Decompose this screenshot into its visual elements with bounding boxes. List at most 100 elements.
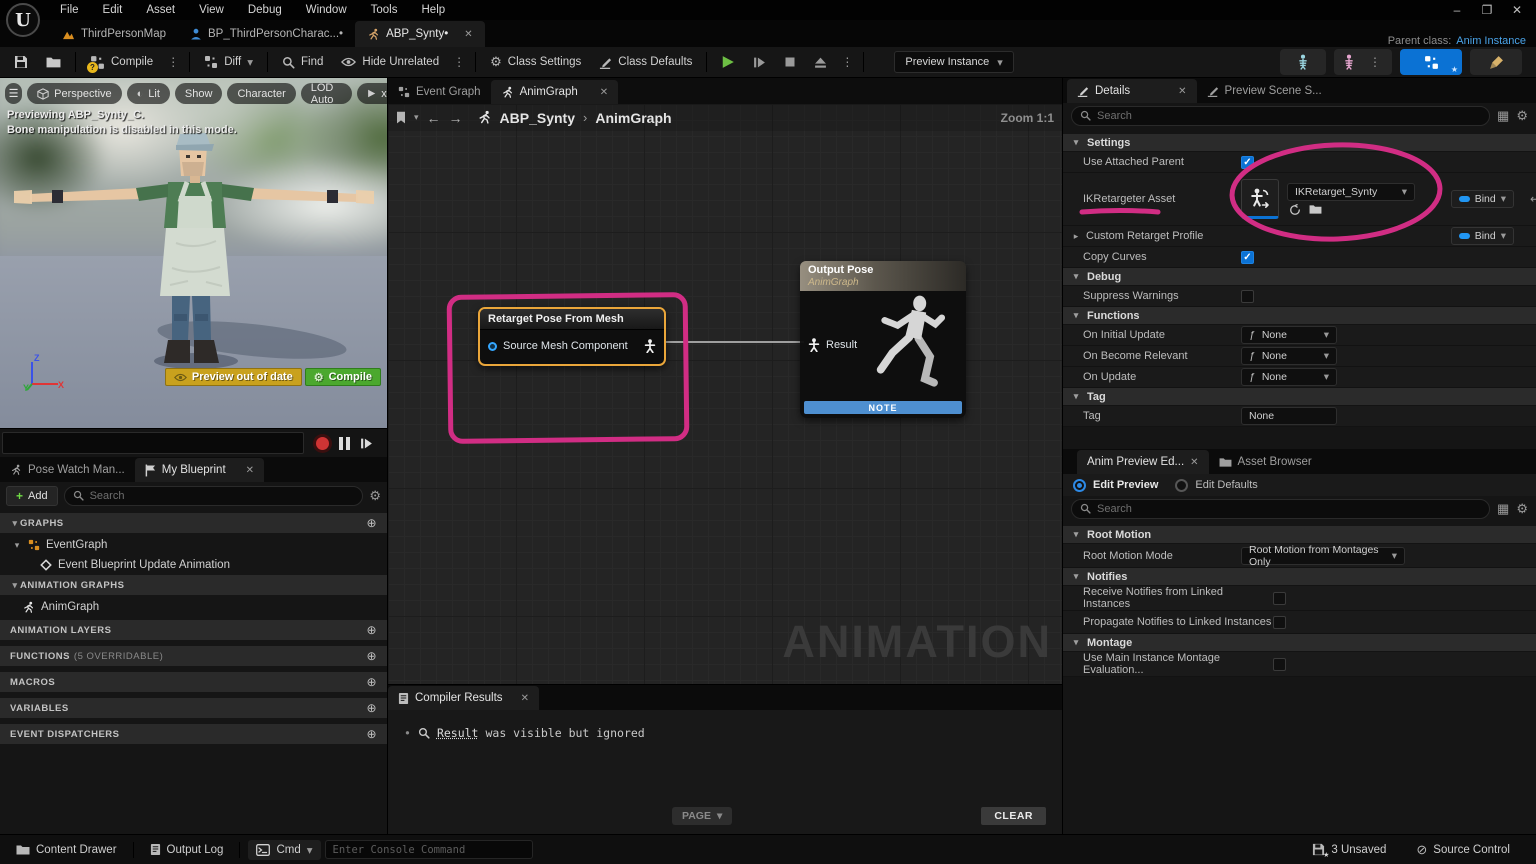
perspective-dropdown[interactable]: Perspective — [27, 83, 121, 104]
add-macro-icon[interactable]: ⊕ — [366, 675, 377, 689]
lod-dropdown[interactable]: LOD Auto — [301, 83, 352, 104]
preview-viewport[interactable]: ☰ Perspective ◐ Lit Show Character LOD A… — [0, 78, 388, 428]
play-button[interactable] — [713, 49, 743, 75]
tab-bp-thirdpersoncharacter[interactable]: BP_ThirdPersonCharac...• — [178, 21, 355, 47]
clear-button[interactable]: CLEAR — [981, 807, 1046, 825]
node-output-pose[interactable]: Output Pose AnimGraph Result NOTE — [800, 261, 966, 418]
tree-item-animgraph[interactable]: AnimGraph — [0, 597, 387, 617]
caret-right-icon[interactable]: ▸ — [1071, 231, 1081, 242]
display-options-icon[interactable]: ▦ — [1497, 501, 1509, 517]
minimize-button[interactable]: – — [1444, 3, 1470, 17]
save-button[interactable] — [6, 49, 36, 75]
suppress-warnings-checkbox[interactable] — [1241, 290, 1254, 303]
add-function-icon[interactable]: ⊕ — [366, 649, 377, 663]
tab-close-icon[interactable]: ✕ — [1190, 457, 1198, 468]
ikretargeter-bind-dropdown[interactable]: Bind ▾ — [1451, 190, 1514, 208]
browse-button[interactable] — [38, 49, 69, 75]
settings-gear-icon[interactable]: ⚙ — [1516, 108, 1528, 124]
class-settings-button[interactable]: ⚙ Class Settings — [482, 49, 589, 75]
restore-button[interactable]: ❐ — [1474, 3, 1500, 17]
result-pose-pin[interactable] — [808, 338, 820, 352]
graph-canvas[interactable]: ▾ ← → ABP_Synty › AnimGraph Zoom 1:1 ANI… — [388, 104, 1062, 684]
compile-options-kebab[interactable]: ⋮ — [163, 55, 183, 69]
search-input[interactable] — [90, 490, 355, 502]
filter-gear-icon[interactable]: ⚙ — [369, 488, 381, 504]
on-become-relevant-dropdown[interactable]: ƒ None ▾ — [1241, 347, 1337, 365]
tab-thirdpersonmap[interactable]: ThirdPersonMap — [50, 21, 178, 47]
receive-notifies-checkbox[interactable] — [1273, 592, 1286, 605]
caret-down-icon[interactable]: ▾ — [12, 540, 22, 551]
tab-event-graph[interactable]: Event Graph — [388, 80, 491, 104]
details-search-input[interactable] — [1097, 110, 1481, 122]
tab-anim-preview-editor[interactable]: Anim Preview Ed... ✕ — [1077, 450, 1209, 474]
root-motion-category-header[interactable]: ▾ Root Motion — [1063, 526, 1536, 544]
root-motion-mode-dropdown[interactable]: Root Motion from Montages Only ▾ — [1241, 547, 1405, 565]
viewport-compile-button[interactable]: ⚙ Compile — [305, 368, 381, 386]
add-graph-icon[interactable]: ⊕ — [366, 516, 377, 530]
preview-instance-dropdown[interactable]: Preview Instance ▾ — [894, 51, 1013, 73]
debug-category-header[interactable]: ▾ Debug — [1063, 268, 1536, 286]
bookmark-chevron-icon[interactable]: ▾ — [414, 112, 419, 123]
tab-asset-browser[interactable]: Asset Browser — [1209, 450, 1322, 474]
record-button[interactable] — [316, 437, 329, 450]
functions-section-header[interactable]: FUNCTIONS (5 OVERRIDABLE) ⊕ — [0, 646, 387, 666]
tab-close-icon[interactable]: ✕ — [464, 29, 472, 40]
use-main-instance-checkbox[interactable] — [1273, 658, 1286, 671]
notifies-category-header[interactable]: ▾ Notifies — [1063, 568, 1536, 586]
animation-tools-button[interactable] — [1470, 49, 1522, 75]
parent-class-link[interactable]: Anim Instance — [1456, 35, 1526, 47]
pause-button[interactable] — [339, 437, 350, 450]
tab-compiler-results[interactable]: Compiler Results ✕ — [388, 686, 539, 710]
class-defaults-button[interactable]: Class Defaults — [591, 49, 700, 75]
menu-view[interactable]: View — [187, 4, 236, 16]
compile-button[interactable]: ? Compile — [82, 49, 161, 75]
play-from-here-button[interactable] — [745, 49, 774, 75]
play-options-kebab[interactable]: ⋮ — [837, 55, 857, 69]
tab-my-blueprint[interactable]: My Blueprint ✕ — [135, 458, 264, 482]
lit-dropdown[interactable]: ◐ Lit — [127, 83, 170, 104]
tag-category-header[interactable]: ▾ Tag — [1063, 388, 1536, 406]
tree-item-event-update-animation[interactable]: Event Blueprint Update Animation — [0, 555, 387, 575]
nav-back-button[interactable]: ← — [427, 110, 441, 126]
animation-blueprint-button[interactable]: ★ — [1400, 49, 1462, 75]
details-search[interactable] — [1071, 106, 1490, 126]
menu-edit[interactable]: Edit — [91, 4, 135, 16]
display-options-icon[interactable]: ▦ — [1497, 108, 1509, 124]
page-dropdown[interactable]: PAGE ▾ — [672, 807, 732, 825]
animation-layers-section-header[interactable]: ANIMATION LAYERS ⊕ — [0, 620, 387, 640]
stop-button[interactable] — [776, 49, 804, 75]
mesh-options-kebab[interactable]: ⋮ — [1365, 55, 1385, 69]
unsaved-button[interactable]: ★ 3 Unsaved — [1304, 838, 1394, 862]
tab-close-icon[interactable]: ✕ — [521, 693, 529, 704]
menu-help[interactable]: Help — [410, 4, 458, 16]
node-retarget-pose-from-mesh[interactable]: Retarget Pose From Mesh Source Mesh Comp… — [478, 307, 666, 366]
menu-tools[interactable]: Tools — [359, 4, 410, 16]
on-update-dropdown[interactable]: ƒ None ▾ — [1241, 368, 1337, 386]
edit-preview-radio[interactable] — [1073, 479, 1086, 492]
functions-category-header[interactable]: ▾ Functions — [1063, 307, 1536, 325]
add-dispatcher-icon[interactable]: ⊕ — [366, 727, 377, 741]
eject-button[interactable] — [806, 49, 835, 75]
tab-abp-synty[interactable]: ABP_Synty• ✕ — [355, 21, 485, 47]
cmd-dropdown[interactable]: Cmd ▾ — [248, 840, 320, 860]
nav-forward-button[interactable]: → — [449, 110, 463, 126]
settings-category-header[interactable]: ▾ Settings — [1063, 134, 1536, 152]
copy-curves-checkbox[interactable]: ✓ — [1241, 251, 1254, 264]
close-button[interactable]: ✕ — [1504, 3, 1530, 17]
tab-animgraph[interactable]: AnimGraph ✕ — [491, 80, 619, 104]
menu-debug[interactable]: Debug — [236, 4, 294, 16]
timeline-scrubber[interactable] — [2, 432, 304, 454]
anim-preview-search-input[interactable] — [1097, 503, 1481, 515]
tab-close-icon[interactable]: ✕ — [600, 87, 608, 98]
add-button[interactable]: + Add — [6, 486, 58, 506]
hide-unrelated-button[interactable]: Hide Unrelated — [333, 49, 447, 75]
tab-close-icon[interactable]: ✕ — [1178, 86, 1186, 97]
propagate-notifies-checkbox[interactable] — [1273, 616, 1286, 629]
custom-profile-bind-dropdown[interactable]: Bind ▾ — [1451, 227, 1514, 245]
event-dispatchers-section-header[interactable]: EVENT DISPATCHERS ⊕ — [0, 724, 387, 744]
viewport-menu-button[interactable]: ☰ — [5, 83, 22, 104]
preview-out-of-date-button[interactable]: Preview out of date — [165, 368, 302, 386]
breadcrumb-leaf[interactable]: AnimGraph — [595, 110, 671, 126]
bookmark-icon[interactable] — [396, 111, 406, 124]
animation-graphs-section-header[interactable]: ▾ ANIMATION GRAPHS — [0, 575, 387, 595]
